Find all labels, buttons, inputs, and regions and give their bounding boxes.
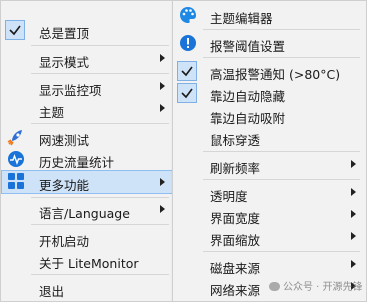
menu-item-language[interactable]: 语言/Language <box>1 199 175 221</box>
menu-item-label: 刷新频率 <box>210 161 261 176</box>
submenu-arrow-icon <box>351 210 356 218</box>
menu-item-theme[interactable]: 主题 <box>1 98 175 120</box>
submenu-arrow-icon <box>160 205 165 213</box>
more-features-submenu: 主题编辑器 报警阈值设置 高温报警通知 (>80°C) 靠边自动隐藏 靠边自动吸… <box>172 0 367 302</box>
submenu-arrow-icon <box>160 82 165 90</box>
watermark-text: 公众号 · 开源先锋 <box>283 282 363 293</box>
submenu-arrow-icon <box>351 232 356 240</box>
menu-item-label: 语言/Language <box>39 206 130 221</box>
menu-item-label: 总是置顶 <box>39 26 90 41</box>
menu-item-label: 高温报警通知 (>80°C) <box>210 67 341 82</box>
menu-item-label: 报警阈值设置 <box>210 39 286 54</box>
menu-item-label: 网络来源 <box>210 283 261 298</box>
menu-item-label: 关于 LiteMonitor <box>39 256 139 271</box>
menu-separator <box>31 73 169 74</box>
checkmark-icon <box>5 20 25 40</box>
menu-item-alert-threshold[interactable]: 报警阈值设置 <box>173 32 366 54</box>
menu-item-label: 开机启动 <box>39 234 90 249</box>
menu-item-display-mode[interactable]: 显示模式 <box>1 48 175 70</box>
menu-item-label: 显示监控项 <box>39 83 102 98</box>
menu-item-label: 界面缩放 <box>210 233 261 248</box>
watermark: 公众号 · 开源先锋 <box>269 278 363 293</box>
menu-item-about[interactable]: 关于 LiteMonitor <box>1 249 175 271</box>
alert-icon <box>179 34 197 52</box>
menu-item-label: 退出 <box>39 284 65 299</box>
menu-item-autostart[interactable]: 开机启动 <box>1 227 175 249</box>
menu-item-label: 更多功能 <box>39 178 90 193</box>
menu-item-label: 界面宽度 <box>210 211 261 226</box>
submenu-arrow-icon <box>351 188 356 196</box>
submenu-arrow-icon <box>160 178 165 186</box>
menu-separator <box>203 251 360 252</box>
menu-item-label: 磁盘来源 <box>210 261 261 276</box>
menu-separator <box>203 57 360 58</box>
menu-item-ui-scale[interactable]: 界面缩放 <box>173 226 366 248</box>
submenu-arrow-icon <box>351 160 356 168</box>
menu-item-label: 靠边自动隐藏 <box>210 89 286 104</box>
menu-item-label: 网速测试 <box>39 133 90 148</box>
menu-separator <box>203 151 360 152</box>
menu-item-label: 主题 <box>39 105 65 120</box>
wechat-icon <box>269 282 280 291</box>
menu-item-ui-width[interactable]: 界面宽度 <box>173 204 366 226</box>
submenu-arrow-icon <box>160 104 165 112</box>
menu-item-monitor-items[interactable]: 显示监控项 <box>1 76 175 98</box>
menu-separator <box>31 123 169 124</box>
menu-separator <box>31 224 169 225</box>
submenu-arrow-icon <box>160 54 165 62</box>
menu-item-auto-snap-edge[interactable]: 靠边自动吸附 <box>173 104 366 126</box>
menu-item-exit[interactable]: 退出 <box>1 277 175 299</box>
chart-icon <box>7 150 25 168</box>
menu-separator <box>203 29 360 30</box>
menu-item-label: 靠边自动吸附 <box>210 111 286 126</box>
menu-item-speed-test[interactable]: 网速测试 <box>1 126 175 148</box>
menu-item-label: 显示模式 <box>39 55 90 70</box>
menu-item-auto-hide-edge[interactable]: 靠边自动隐藏 <box>173 82 366 104</box>
menu-separator <box>203 179 360 180</box>
menu-item-always-on-top[interactable]: 总是置顶 <box>1 19 175 41</box>
menu-item-high-temp-alert[interactable]: 高温报警通知 (>80°C) <box>173 60 366 82</box>
menu-item-label: 历史流量统计 <box>39 155 115 170</box>
menu-item-click-through[interactable]: 鼠标穿透 <box>173 126 366 148</box>
menu-item-more-features[interactable]: 更多功能 <box>1 170 175 194</box>
menu-separator <box>31 197 169 198</box>
checkmark-icon <box>177 61 197 81</box>
menu-item-refresh-rate[interactable]: 刷新频率 <box>173 154 366 176</box>
main-context-menu: 总是置顶 显示模式 显示监控项 主题 网速测试 历史流量统计 更多功能 语言/L… <box>0 0 176 302</box>
rocket-icon <box>7 128 25 146</box>
grid-icon <box>7 172 25 190</box>
menu-item-label: 鼠标穿透 <box>210 133 261 148</box>
checkmark-icon <box>177 83 197 103</box>
palette-icon <box>179 6 197 24</box>
menu-separator <box>31 274 169 275</box>
menu-separator <box>31 45 169 46</box>
menu-item-theme-editor[interactable]: 主题编辑器 <box>173 4 366 26</box>
menu-item-disk-source[interactable]: 磁盘来源 <box>173 254 366 276</box>
submenu-arrow-icon <box>351 260 356 268</box>
menu-item-label: 透明度 <box>210 189 248 204</box>
menu-item-label: 主题编辑器 <box>210 11 273 26</box>
menu-item-traffic-history[interactable]: 历史流量统计 <box>1 148 175 170</box>
menu-item-opacity[interactable]: 透明度 <box>173 182 366 204</box>
